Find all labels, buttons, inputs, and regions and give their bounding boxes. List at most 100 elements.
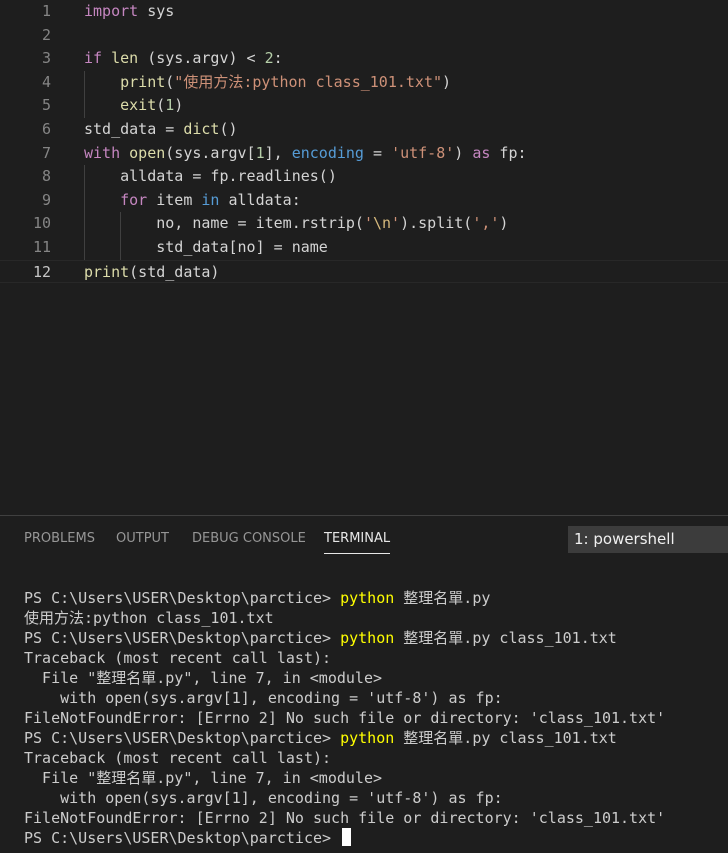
code-line[interactable]: 5 exit(1): [0, 94, 728, 118]
terminal-line: Traceback (most recent call last):: [24, 648, 331, 668]
indent-guide: [84, 188, 85, 213]
terminal-line: PS C:\Users\USER\Desktop\parctice> pytho…: [24, 588, 490, 608]
code-token: dict: [183, 120, 220, 138]
code-line[interactable]: 7 with open(sys.argv[1], encoding = 'utf-…: [0, 142, 728, 166]
terminal-text: FileNotFoundError: [Errno 2] No such fil…: [24, 709, 666, 727]
panel-tab-bar: PROBLEMS OUTPUT DEBUG CONSOLE TERMINAL 1…: [0, 516, 728, 562]
terminal-line: File "整理名單.py", line 7, in <module>: [24, 768, 382, 788]
terminal-text: Traceback (most recent call last):: [24, 749, 332, 767]
code-line[interactable]: 6 std_data = dict(): [0, 118, 728, 142]
code-token: "使用方法:python class_101.txt": [174, 72, 443, 91]
code-token: ).split(: [400, 214, 473, 233]
terminal-text: with open(sys.argv[1], encoding = 'utf-8…: [24, 789, 503, 807]
line-number: 9: [41, 190, 51, 209]
code-token: print: [84, 262, 130, 281]
code-token: \n: [372, 214, 392, 233]
code-token: 1: [255, 143, 265, 162]
terminal-text: PS C:\Users\USER\Desktop\parctice>: [24, 589, 341, 607]
terminal-line: PS C:\Users\USER\Desktop\parctice>: [24, 828, 352, 848]
code-token: with: [84, 143, 121, 162]
code-token: :: [273, 49, 283, 68]
terminal-command: python: [340, 589, 395, 607]
code-token: std_data[no] = name: [156, 238, 328, 256]
tab-debug-console[interactable]: DEBUG CONSOLE: [192, 516, 306, 562]
terminal-line: with open(sys.argv[1], encoding = 'utf-8…: [24, 788, 503, 808]
terminal-cursor: [342, 828, 352, 846]
code-token: ': [363, 214, 373, 233]
terminal-text: 使用方法:python class_101.txt: [24, 609, 274, 627]
code-line[interactable]: 10 no, name = item.rstrip('\n').split(','…: [0, 212, 728, 236]
code-text: exit(1): [120, 94, 183, 118]
terminal-line: File "整理名單.py", line 7, in <module>: [24, 668, 382, 688]
code-token: as: [472, 143, 491, 162]
code-line[interactable]: 8 alldata = fp.readlines(): [0, 165, 728, 189]
terminal-text: FileNotFoundError: [Errno 2] No such fil…: [24, 809, 666, 827]
code-line[interactable]: 12 print(std_data): [0, 259, 728, 285]
code-editor[interactable]: 1 import sys 2 3 if len (sys.argv) < 2: 4 prin…: [0, 0, 728, 515]
bottom-panel: PROBLEMS OUTPUT DEBUG CONSOLE TERMINAL 1…: [0, 515, 728, 853]
code-token: (): [219, 120, 238, 138]
code-token: encoding: [291, 143, 364, 162]
line-number: 12: [32, 262, 51, 281]
code-token: ): [442, 72, 452, 91]
indent-guide: [84, 236, 85, 260]
code-line[interactable]: 2: [0, 24, 728, 48]
code-line[interactable]: 9 for item in alldata:: [0, 188, 728, 213]
code-token: std_data =: [84, 120, 184, 138]
indent-guide: [120, 236, 122, 260]
code-token: no, name = item.rstrip(: [156, 214, 364, 233]
terminal-line: PS C:\Users\USER\Desktop\parctice> pytho…: [24, 728, 617, 748]
code-token: in: [201, 190, 220, 209]
code-text: import sys: [84, 0, 174, 24]
terminal-args: 整理名單.py: [394, 589, 491, 607]
line-number: 4: [41, 72, 51, 91]
code-text: print("使用方法:python class_101.txt"): [120, 71, 451, 95]
code-line[interactable]: 1 import sys: [0, 0, 728, 24]
code-text: if len (sys.argv) < 2:: [84, 47, 283, 71]
tab-problems[interactable]: PROBLEMS: [24, 516, 95, 562]
code-token: ): [454, 143, 473, 162]
code-token: (: [156, 96, 166, 115]
code-text: alldata = fp.readlines(): [120, 165, 337, 189]
terminal-args: 整理名單.py class_101.txt: [394, 729, 617, 747]
code-token: ): [499, 214, 509, 233]
line-number: 1: [41, 2, 51, 20]
code-text: std_data[no] = name: [156, 236, 328, 260]
terminal-output[interactable]: PS C:\Users\USER\Desktop\parctice> pytho…: [0, 588, 728, 853]
tab-terminal[interactable]: TERMINAL: [324, 516, 391, 562]
indent-guide: [120, 212, 122, 236]
code-token: 2: [264, 49, 274, 68]
terminal-text: File "整理名單.py", line 7, in <module>: [24, 769, 383, 787]
indent-guide: [84, 94, 85, 118]
line-number: 8: [41, 167, 51, 186]
code-token: open: [129, 143, 166, 162]
terminal-args: 整理名單.py class_101.txt: [394, 629, 617, 647]
code-token: for: [120, 190, 148, 209]
code-token: ': [391, 214, 401, 233]
code-text: std_data = dict(): [84, 118, 238, 142]
line-number: 10: [32, 214, 51, 233]
code-line[interactable]: 4 print("使用方法:python class_101.txt"): [0, 70, 728, 95]
tab-output[interactable]: OUTPUT: [116, 516, 169, 562]
code-line[interactable]: 11 std_data[no] = name: [0, 236, 728, 260]
terminal-selector[interactable]: 1: powershell: [568, 526, 728, 553]
terminal-text: PS C:\Users\USER\Desktop\parctice>: [24, 629, 341, 647]
code-token: if: [84, 49, 103, 68]
line-number: 2: [41, 25, 51, 44]
code-text: no, name = item.rstrip('\n').split(','): [156, 212, 508, 236]
terminal-text: with open(sys.argv[1], encoding = 'utf-8…: [24, 689, 503, 707]
line-number: 5: [41, 96, 51, 115]
code-token: (std_data): [129, 262, 220, 281]
terminal-text: File "整理名單.py", line 7, in <module>: [24, 669, 383, 687]
code-line[interactable]: 3 if len (sys.argv) < 2:: [0, 47, 728, 71]
code-token: sys: [138, 2, 175, 20]
terminal-line: PS C:\Users\USER\Desktop\parctice> pytho…: [24, 628, 617, 648]
terminal-command: python: [340, 729, 395, 747]
indent-guide: [84, 212, 85, 236]
code-text: for item in alldata:: [120, 189, 301, 213]
code-token: import: [84, 2, 139, 20]
code-token: (sys.argv[: [165, 143, 256, 162]
code-text: print(std_data): [84, 261, 219, 285]
code-token: =: [363, 143, 392, 162]
terminal-line: with open(sys.argv[1], encoding = 'utf-8…: [24, 688, 503, 708]
